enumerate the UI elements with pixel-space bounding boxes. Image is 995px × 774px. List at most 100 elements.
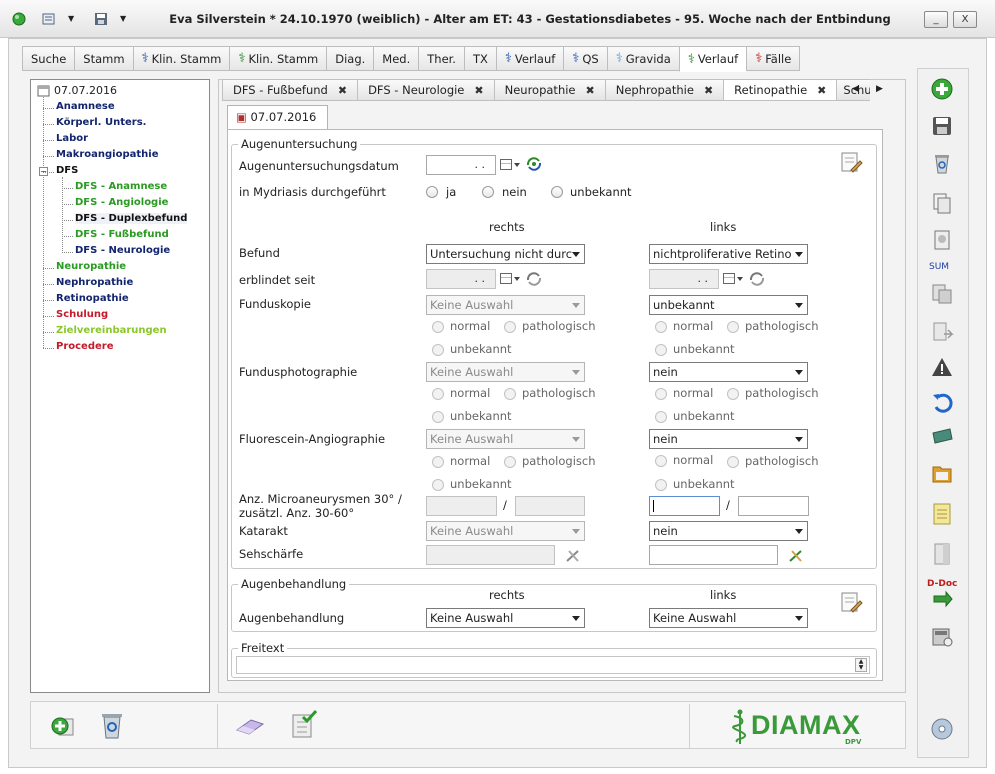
card-icon[interactable]: [930, 425, 954, 449]
sub-tab-2[interactable]: Neuropathie ✖: [493, 79, 605, 101]
fluorescein-links-select[interactable]: nein: [649, 429, 808, 449]
document-arrow-icon[interactable]: [930, 320, 954, 344]
save-menu-icon[interactable]: [94, 12, 108, 26]
close-tab-icon[interactable]: ✖: [704, 80, 713, 101]
sum-document-icon[interactable]: [930, 229, 954, 253]
augenbehandlung-links-select[interactable]: Keine Auswahl: [649, 608, 808, 628]
main-tab-3[interactable]: ⚕ Klin. Stamm: [229, 46, 327, 71]
trash-icon[interactable]: [99, 710, 125, 740]
tree-item[interactable]: Anamnese: [56, 101, 115, 112]
main-tab-4[interactable]: Diag.: [326, 46, 374, 71]
tree-item[interactable]: DFS - Duplexbefund: [75, 213, 188, 224]
edit-note-icon[interactable]: [839, 150, 863, 174]
main-tab-7[interactable]: TX: [463, 46, 496, 71]
erblindet-rechts-input[interactable]: . .: [426, 269, 496, 289]
calendar-dropdown-icon[interactable]: [514, 163, 520, 167]
tree-item[interactable]: Schulung: [56, 309, 108, 320]
sub-tab-3[interactable]: Nephropathie ✖: [604, 79, 724, 101]
tab-scroll-right-icon[interactable]: ▶: [876, 84, 883, 94]
fundusphoto-rechts-unbekannt-radio[interactable]: [432, 411, 444, 423]
notes-icon[interactable]: [930, 502, 954, 526]
funduskopie-rechts-unbekannt-radio[interactable]: [432, 344, 444, 356]
calendar-picker-icon[interactable]: [500, 159, 512, 170]
main-tab-0[interactable]: Suche: [22, 46, 75, 71]
mydriasis-unbekannt-radio[interactable]: [551, 186, 563, 198]
micro-rechts-input[interactable]: [426, 496, 497, 516]
help-cd-icon[interactable]: [930, 717, 954, 741]
tree-item[interactable]: Zielvereinbarungen: [56, 325, 167, 336]
erblindet-rechts-calendar-icon[interactable]: [500, 273, 512, 284]
save-dropdown-icon[interactable]: ▼: [120, 14, 126, 23]
main-tab-2[interactable]: ⚕ Klin. Stamm: [132, 46, 230, 71]
funduskopie-rechts-normal-radio[interactable]: [432, 321, 444, 333]
micro-links-input[interactable]: [649, 496, 720, 516]
close-tab-icon[interactable]: ✖: [817, 80, 826, 101]
erblindet-links-calendar-icon[interactable]: [723, 273, 735, 284]
sub-tab-0[interactable]: DFS - Fußbefund ✖: [222, 79, 358, 101]
funduskopie-links-select[interactable]: unbekannt: [649, 295, 808, 315]
tree-item[interactable]: Makroangiopathie: [56, 149, 159, 160]
fluorescein-links-normal-radio[interactable]: [655, 455, 667, 467]
tree-item[interactable]: DFS: [56, 165, 78, 176]
micro-links-extra-input[interactable]: [738, 496, 809, 516]
katarakt-rechts-select[interactable]: Keine Auswahl: [426, 521, 585, 541]
tree-item[interactable]: Retinopathie: [56, 293, 129, 304]
close-button[interactable]: X: [953, 11, 977, 28]
warning-icon[interactable]: [930, 356, 954, 380]
main-tab-11[interactable]: ⚕ Verlauf: [678, 46, 747, 72]
freitext-textarea[interactable]: ▲ ▼: [236, 656, 870, 674]
undo-icon[interactable]: [930, 391, 954, 415]
add-icon[interactable]: [930, 77, 954, 101]
blank-document-icon[interactable]: [930, 542, 954, 566]
fundusphoto-links-patho-radio[interactable]: [727, 388, 739, 400]
fundusphoto-rechts-select[interactable]: Keine Auswahl: [426, 362, 585, 382]
fluorescein-rechts-unbekannt-radio[interactable]: [432, 479, 444, 491]
tree-root-date[interactable]: 07.07.2016: [54, 84, 117, 97]
sehschaerfe-rechts-tool-icon[interactable]: [564, 548, 582, 564]
minimize-button[interactable]: _: [924, 11, 948, 28]
tree-item[interactable]: Neuropathie: [56, 261, 126, 272]
fundusphoto-rechts-patho-radio[interactable]: [504, 388, 516, 400]
katarakt-links-select[interactable]: nein: [649, 521, 808, 541]
folder-icon[interactable]: [930, 462, 954, 486]
main-tab-9[interactable]: ⚕ QS: [563, 46, 607, 71]
mydriasis-nein-radio[interactable]: [482, 186, 494, 198]
fluorescein-links-patho-radio[interactable]: [727, 456, 739, 468]
fundusphoto-links-normal-radio[interactable]: [655, 388, 667, 400]
funduskopie-links-normal-radio[interactable]: [655, 321, 667, 333]
menu-icon[interactable]: [42, 12, 56, 26]
fluorescein-rechts-normal-radio[interactable]: [432, 456, 444, 468]
sub-tab-4[interactable]: Retinopathie ✖: [723, 79, 837, 101]
tab-scroll-left-icon[interactable]: ◀: [852, 84, 859, 94]
main-tab-10[interactable]: ⚕ Gravida: [606, 46, 679, 71]
menu-dropdown-icon[interactable]: ▼: [68, 14, 74, 23]
freitext-spinner[interactable]: ▲ ▼: [855, 658, 867, 672]
fluorescein-rechts-patho-radio[interactable]: [504, 456, 516, 468]
tree-item[interactable]: DFS - Neurologie: [75, 245, 170, 256]
main-tab-5[interactable]: Med.: [373, 46, 419, 71]
save-icon[interactable]: [930, 114, 954, 138]
close-tab-icon[interactable]: ✖: [586, 80, 595, 101]
documents-stack-icon[interactable]: [930, 282, 954, 306]
main-tab-6[interactable]: Ther.: [418, 46, 464, 71]
calculator-icon[interactable]: [930, 625, 954, 649]
main-tab-8[interactable]: ⚕ Verlauf: [495, 46, 564, 71]
ddoc-export-icon[interactable]: [930, 588, 954, 612]
funduskopie-rechts-select[interactable]: Keine Auswahl: [426, 295, 585, 315]
close-tab-icon[interactable]: ✖: [474, 80, 483, 101]
augenuntersuchungsdatum-input[interactable]: . .: [426, 155, 496, 175]
eraser-icon[interactable]: [235, 716, 265, 736]
funduskopie-rechts-patho-radio[interactable]: [504, 321, 516, 333]
tree-item[interactable]: DFS - Fußbefund: [75, 229, 169, 240]
sehschaerfe-rechts-input[interactable]: [426, 545, 555, 565]
checklist-icon[interactable]: [289, 709, 319, 741]
erblindet-links-sync-icon[interactable]: [748, 271, 766, 287]
add-document-icon[interactable]: [51, 713, 77, 739]
sub-tab-1[interactable]: DFS - Neurologie ✖: [357, 79, 494, 101]
tree-item[interactable]: Körperl. Unters.: [56, 117, 146, 128]
funduskopie-links-unbekannt-radio[interactable]: [655, 344, 667, 356]
tree-item[interactable]: Labor: [56, 133, 88, 144]
erblindet-links-dropdown-icon[interactable]: [737, 277, 743, 281]
funduskopie-links-patho-radio[interactable]: [727, 321, 739, 333]
tree-item[interactable]: DFS - Angiologie: [75, 197, 168, 208]
